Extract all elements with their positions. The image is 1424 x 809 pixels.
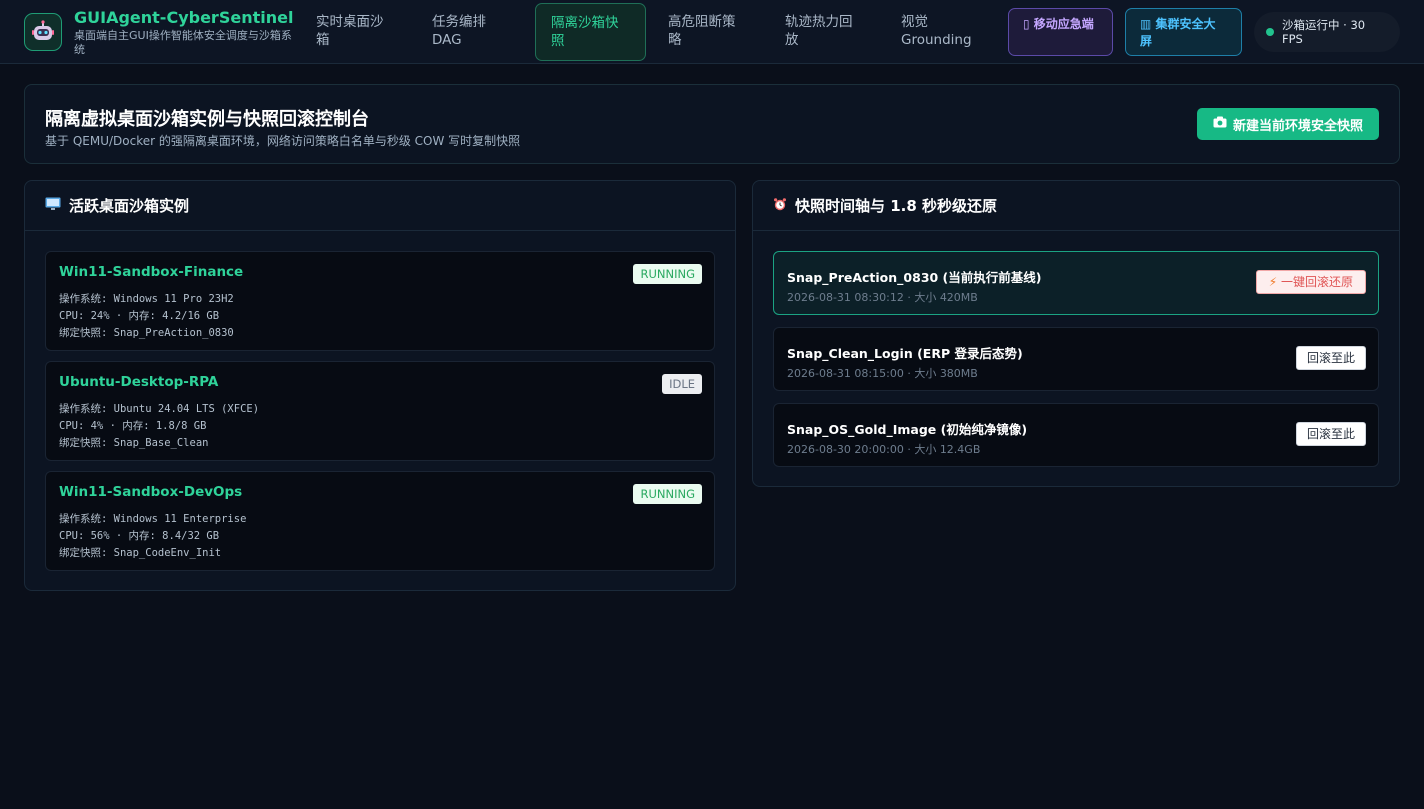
active-sandboxes-title: 活跃桌面沙箱实例 [69,197,190,215]
new-snapshot-button[interactable]: 新建当前环境安全快照 [1196,108,1379,140]
desktop-monitor-icon [45,197,61,215]
sandbox-snapshot: 绑定快照: Snap_CodeEnv_Init [59,547,222,559]
active-sandboxes-header: 活跃桌面沙箱实例 [25,181,735,231]
nav-tab-live-sandbox[interactable]: 实时桌面沙箱 [301,3,409,61]
snapshot-timeline-header: 快照时间轴与 1.8 秒秒级还原 [753,181,1399,231]
camera-icon [1213,116,1227,132]
snapshot-meta: 2026-08-31 08:30:12 · 大小 420MB [787,291,978,304]
mobile-emergency-label: 移动应急端 [1033,17,1094,31]
alarm-clock-icon [773,197,787,215]
sandbox-name: Ubuntu-Desktop-RPA [59,374,219,390]
active-sandboxes-panel: 活跃桌面沙箱实例 Win11-Sandbox-Finance RUNNING 操… [24,180,736,591]
snapshot-item[interactable]: Snap_Clean_Login (ERP 登录后态势) 2026-08-31 … [773,327,1379,391]
sandbox-usage: CPU: 4% · 内存: 1.8/8 GB [59,420,207,432]
snapshot-timeline-title: 快照时间轴与 1.8 秒秒级还原 [795,197,998,215]
sandbox-usage: CPU: 56% · 内存: 8.4/32 GB [59,530,220,542]
one-click-restore-button[interactable]: ⚡ 一键回滚还原 [1255,270,1366,294]
snapshot-name: Snap_OS_Gold_Image (初始纯净镜像) [787,422,1028,437]
sandbox-os: 操作系统: Windows 11 Enterprise [59,513,247,525]
cluster-dashboard-label: 集群安全大屏 [1140,17,1216,48]
lightning-icon: ⚡ [1268,275,1278,289]
snapshot-meta: 2026-08-30 20:00:00 · 大小 12.4GB [787,443,981,456]
snapshot-name: Snap_Clean_Login (ERP 登录后态势) [787,346,1023,361]
snapshot-meta: 2026-08-31 08:15:00 · 大小 380MB [787,367,978,380]
nav-tab-sandbox-snapshot[interactable]: 隔离沙箱快照 [535,3,646,61]
status-badge: IDLE [662,374,702,394]
sandbox-snapshot: 绑定快照: Snap_Base_Clean [59,437,209,449]
snapshot-timeline-panel: 快照时间轴与 1.8 秒秒级还原 Snap_PreAction_0830 (当前… [752,180,1400,487]
restore-to-here-button[interactable]: 回滚至此 [1295,346,1366,370]
cluster-dashboard-button[interactable]: ▥ 集群安全大屏 [1125,8,1242,56]
sandbox-status-text: 沙箱运行中 · 30 FPS [1282,18,1366,46]
nav-tab-task-dag[interactable]: 任务编排DAG [417,3,517,61]
top-bar: GUIAgent-CyberSentinel 桌面端自主GUI操作智能体安全调度… [0,0,1424,64]
snapshot-item[interactable]: Snap_OS_Gold_Image (初始纯净镜像) 2026-08-30 2… [773,403,1379,467]
restore-to-here-button[interactable]: 回滚至此 [1295,422,1366,446]
snapshot-item-current[interactable]: Snap_PreAction_0830 (当前执行前基线) 2026-08-31… [773,251,1379,315]
page-subtitle: 基于 QEMU/Docker 的强隔离桌面环境，网络访问策略白名单与秒级 COW… [45,134,521,148]
nav-tab-trajectory-replay[interactable]: 轨迹热力回放 [770,3,878,61]
sandbox-card[interactable]: Win11-Sandbox-Finance RUNNING 操作系统: Wind… [45,251,715,351]
sandbox-card[interactable]: Ubuntu-Desktop-RPA IDLE 操作系统: Ubuntu 24.… [45,361,715,461]
snapshot-name: Snap_PreAction_0830 (当前执行前基线) [787,270,1042,285]
sandbox-card[interactable]: Win11-Sandbox-DevOps RUNNING 操作系统: Windo… [45,471,715,571]
page-title: 隔离虚拟桌面沙箱实例与快照回滚控制台 [45,109,369,130]
mobile-emergency-button[interactable]: ▯ 移动应急端 [1008,8,1113,56]
sandbox-os: 操作系统: Windows 11 Pro 23H2 [59,293,234,305]
sandbox-name: Win11-Sandbox-Finance [59,264,244,280]
one-click-restore-label: 一键回滚还原 [1280,275,1353,289]
new-snapshot-label: 新建当前环境安全快照 [1232,118,1363,134]
nav-tab-block-policy[interactable]: 高危阻断策略 [653,3,761,61]
status-badge: RUNNING [633,264,702,284]
bar-chart-icon: ▥ [1140,17,1152,31]
status-dot-icon [1266,28,1274,36]
sandbox-snapshot: 绑定快照: Snap_PreAction_0830 [59,327,234,339]
app-subtitle: 桌面端自主GUI操作智能体安全调度与沙箱系统 [74,29,292,56]
nav-tab-visual-grounding[interactable]: 视觉Grounding [886,3,998,61]
sandbox-usage: CPU: 24% · 内存: 4.2/16 GB [59,310,220,322]
app-title: GUIAgent-CyberSentinel [74,8,294,27]
mobile-phone-icon: ▯ [1023,17,1030,31]
sandbox-name: Win11-Sandbox-DevOps [59,484,243,500]
robot-logo-icon [24,13,62,51]
console-banner: 隔离虚拟桌面沙箱实例与快照回滚控制台 基于 QEMU/Docker 的强隔离桌面… [24,84,1400,164]
status-badge: RUNNING [633,484,702,504]
sandbox-status-indicator: 沙箱运行中 · 30 FPS [1254,12,1400,52]
sandbox-os: 操作系统: Ubuntu 24.04 LTS (XFCE) [59,403,260,415]
